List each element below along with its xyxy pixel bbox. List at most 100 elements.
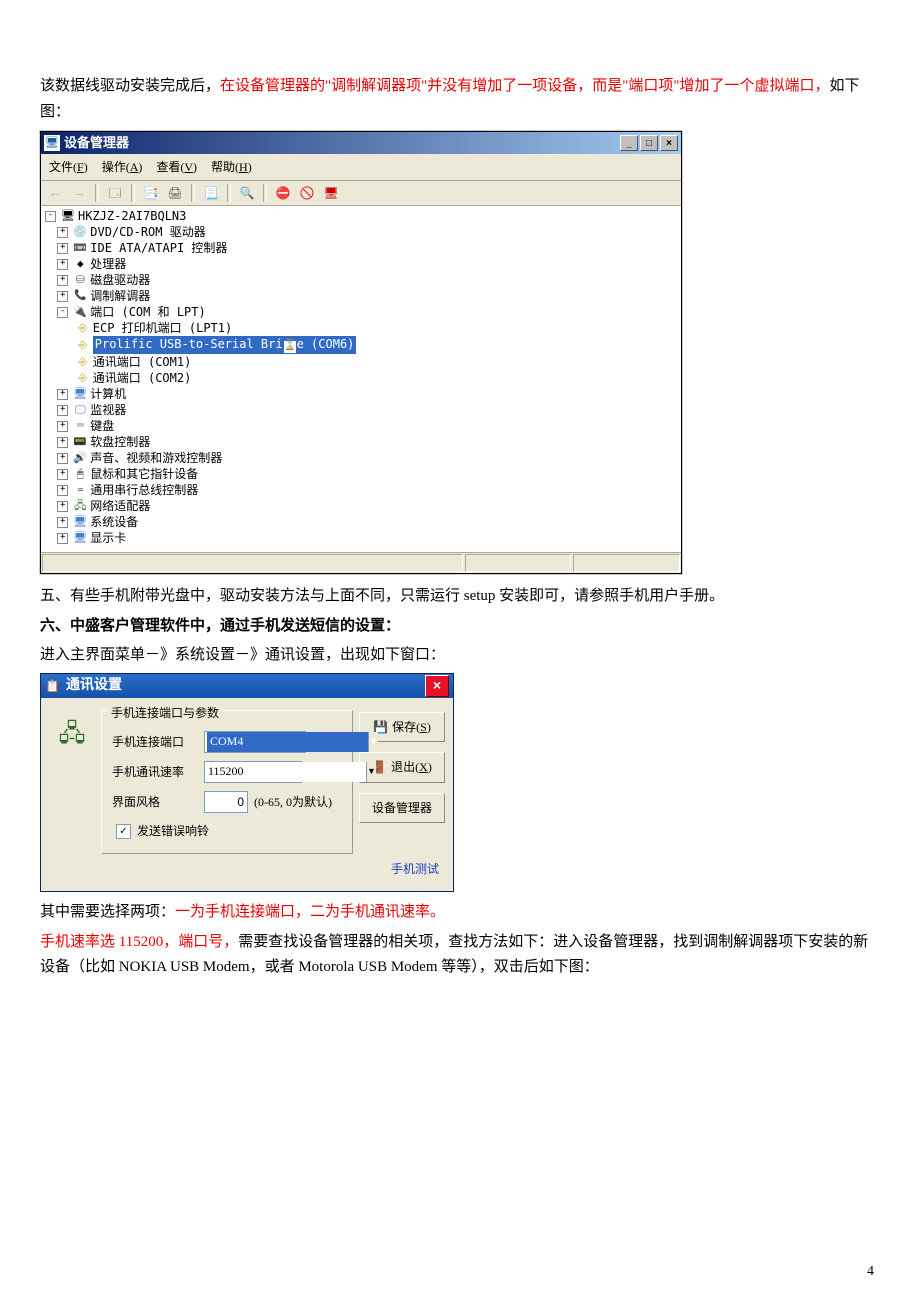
row-style: 界面风格 (0-65, 0为默认) (112, 791, 342, 813)
menu-view[interactable]: 查看(V) (156, 157, 197, 177)
sound-icon (73, 451, 87, 465)
monitor-icon (73, 403, 87, 417)
tree-node-disk[interactable]: +磁盘驱动器 (45, 272, 681, 288)
tree-root[interactable]: -HKZJZ-2AI7BQLN3 (45, 208, 681, 224)
tree-node-dvd[interactable]: +DVD/CD-ROM 驱动器 (45, 224, 681, 240)
refresh-icon[interactable]: 📃 (201, 183, 221, 203)
floppy-icon (73, 435, 87, 449)
tree-node-ide[interactable]: +IDE ATA/ATAPI 控制器 (45, 240, 681, 256)
tree-label: 磁盘驱动器 (90, 272, 150, 288)
devmgr-label: 设备管理器 (372, 798, 432, 818)
dm-title-bar[interactable]: 🖥 设备管理器 _ □ × (41, 132, 681, 154)
para-select-two: 其中需要选择两项：一为手机连接端口，二为手机通讯速率。 (40, 900, 880, 926)
hourglass-icon: ⌛ (283, 340, 297, 354)
checkbox-bell[interactable]: ✓ (116, 824, 131, 839)
prolific-text-1: Prolific USB-to-Serial Bri (95, 337, 283, 351)
tree-label: ECP 打印机端口 (LPT1) (93, 320, 232, 336)
cd-icon (73, 225, 87, 239)
tree-label: DVD/CD-ROM 驱动器 (90, 224, 205, 240)
tree-label: 端口 (COM 和 LPT) (90, 304, 205, 320)
port-icon (73, 305, 87, 319)
dm-title-text: 设备管理器 (64, 132, 620, 154)
tree-root-label: HKZJZ-2AI7BQLN3 (78, 208, 186, 224)
toolbar-separator (227, 184, 231, 202)
combo-baud-input[interactable] (205, 762, 366, 782)
label-port: 手机连接端口 (112, 732, 198, 752)
close-button[interactable]: × (660, 135, 678, 151)
phone-test-link[interactable]: 手机测试 (359, 855, 445, 883)
status-pane-1 (42, 554, 463, 572)
port-item-icon (76, 371, 90, 385)
display-icon (73, 531, 87, 545)
cs-title-bar[interactable]: 📋 通讯设置 × (41, 674, 453, 698)
devmgr-button[interactable]: 设备管理器 (359, 793, 445, 823)
tree-label: 网络适配器 (90, 498, 150, 514)
combo-port[interactable]: ▼ (204, 731, 306, 753)
tree-leaf-lpt[interactable]: ECP 打印机端口 (LPT1) (45, 320, 681, 336)
tree-node-computer[interactable]: +计算机 (45, 386, 681, 402)
menu-file[interactable]: 文件(F) (49, 157, 88, 177)
properties-icon[interactable]: 📑 (141, 183, 161, 203)
row-bell[interactable]: ✓ 发送错误响铃 (116, 821, 342, 841)
dropdown-icon[interactable]: ▼ (368, 732, 378, 752)
tree-label: 处理器 (90, 256, 126, 272)
tree-node-sys[interactable]: +系统设备 (45, 514, 681, 530)
print-icon[interactable]: 🖨 (165, 183, 185, 203)
disk-icon (73, 273, 87, 287)
tree-node-mouse[interactable]: +鼠标和其它指针设备 (45, 466, 681, 482)
uninstall-icon[interactable]: 🖥 (321, 183, 341, 203)
minimize-button[interactable]: _ (620, 135, 638, 151)
tree-node-cpu[interactable]: +处理器 (45, 256, 681, 272)
combo-port-input[interactable] (207, 732, 368, 752)
para-speed-port: 手机速率选 115200，端口号，需要查找设备管理器的相关项，查找方法如下：进入… (40, 930, 880, 981)
tree-node-display[interactable]: +显示卡 (45, 530, 681, 546)
mouse-icon (73, 467, 87, 481)
tree-label: 调制解调器 (90, 288, 150, 304)
status-pane-3 (573, 554, 680, 572)
tree-node-monitor[interactable]: +监视器 (45, 402, 681, 418)
device-manager-window: 🖥 设备管理器 _ □ × 文件(F) 操作(A) 查看(V) 帮助(H) ← … (40, 131, 682, 574)
tree-label: 键盘 (90, 418, 114, 434)
dm-toolbar: ← → 🗔 📑 🖨 📃 🔍 ⛔ 🚫 🖥 (41, 181, 681, 206)
group-phone-conn: 手机连接端口 ▼ 手机通讯速率 ▼ 界面风格 (101, 710, 353, 854)
save-label: 保存(S) (392, 717, 431, 737)
tree-node-fdd[interactable]: +软盘控制器 (45, 434, 681, 450)
scan-icon[interactable]: 🔍 (237, 183, 257, 203)
dm-menu-bar: 文件(F) 操作(A) 查看(V) 帮助(H) (41, 154, 681, 181)
back-button[interactable]: ← (45, 183, 65, 203)
tree-label: 系统设备 (90, 514, 138, 530)
tree-node-keyboard[interactable]: +键盘 (45, 418, 681, 434)
tree-node-usb[interactable]: +通用串行总线控制器 (45, 482, 681, 498)
tree-node-modem[interactable]: +调制解调器 (45, 288, 681, 304)
tree-node-sound[interactable]: +声音、视频和游戏控制器 (45, 450, 681, 466)
page-number: 4 (867, 1260, 874, 1284)
tree-label: 计算机 (90, 386, 126, 402)
intro-paragraph: 该数据线驱动安装完成后，在设备管理器的"调制解调器项"并没有增加了一项设备，而是… (40, 74, 880, 125)
dropdown-icon[interactable]: ▼ (366, 762, 376, 782)
tree-label: 鼠标和其它指针设备 (90, 466, 198, 482)
tree-leaf-com2[interactable]: 通讯端口 (COM2) (45, 370, 681, 386)
maximize-button[interactable]: □ (640, 135, 658, 151)
cs-close-button[interactable]: × (425, 675, 449, 697)
port-item-icon (76, 338, 90, 352)
toolbar-separator (131, 184, 135, 202)
menu-action[interactable]: 操作(A) (102, 157, 143, 177)
para6a: 手机速率选 115200，端口号， (40, 934, 238, 950)
dm-status-bar (41, 552, 681, 573)
style-input[interactable] (204, 791, 248, 813)
tree-node-net[interactable]: +网络适配器 (45, 498, 681, 514)
combo-baud[interactable]: ▼ (204, 761, 302, 783)
tree-node-ports[interactable]: -端口 (COM 和 LPT) (45, 304, 681, 320)
stop-icon[interactable]: ⛔ (273, 183, 293, 203)
tree-leaf-prolific[interactable]: Prolific USB-to-Serial Bri⌛e (COM6) (45, 336, 681, 354)
tree-leaf-com1[interactable]: 通讯端口 (COM1) (45, 354, 681, 370)
row-port: 手机连接端口 ▼ (112, 731, 342, 753)
checkbox-bell-label: 发送错误响铃 (137, 821, 209, 841)
dm-tree-view[interactable]: -HKZJZ-2AI7BQLN3 +DVD/CD-ROM 驱动器 +IDE AT… (41, 206, 681, 552)
intro-text-red: 在设备管理器的"调制解调器项"并没有增加了一项设备，而是"端口项"增加了一个虚拟… (220, 78, 830, 94)
para5b: 一为手机连接端口，二为手机通讯速率。 (175, 904, 445, 920)
disable-icon[interactable]: 🚫 (297, 183, 317, 203)
menu-help[interactable]: 帮助(H) (211, 157, 252, 177)
forward-button[interactable]: → (69, 183, 89, 203)
toolbar-icon-1[interactable]: 🗔 (105, 183, 125, 203)
